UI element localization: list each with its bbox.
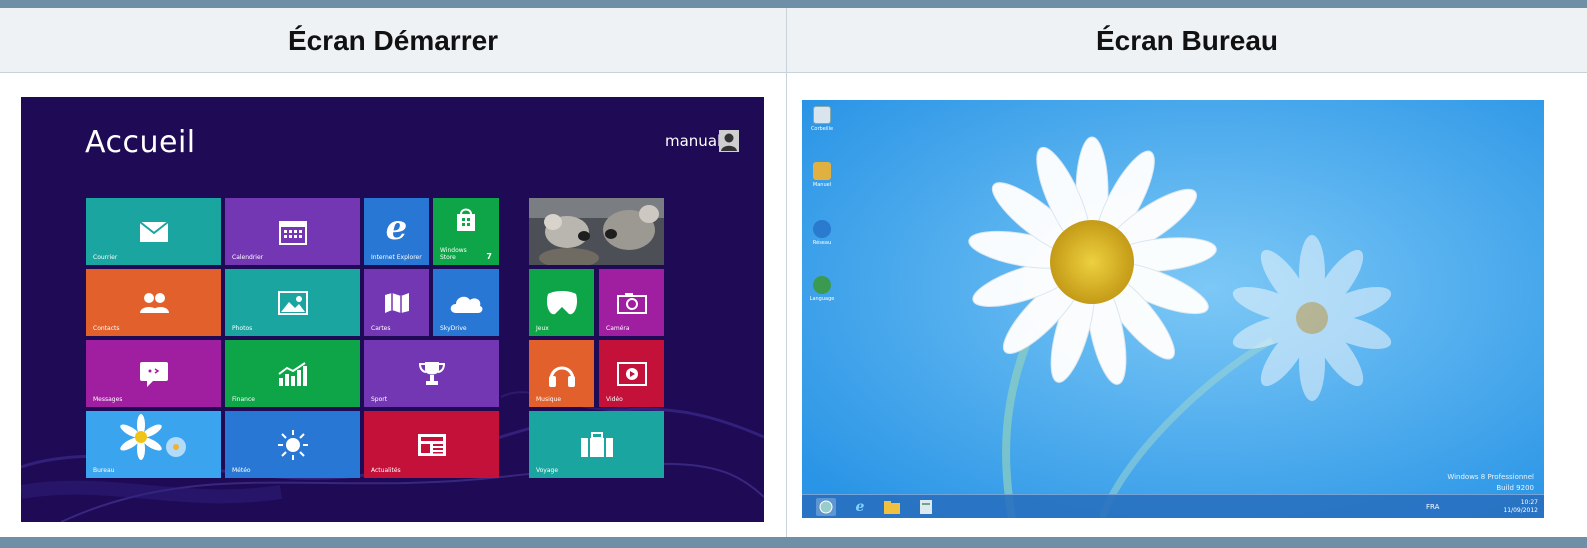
user-name[interactable]: manual	[665, 132, 721, 150]
tile-label: Cartes	[371, 325, 391, 332]
taskbar-app-icon[interactable]	[916, 498, 936, 516]
desktop-icon-recycle-bin[interactable]: Corbeille	[808, 106, 836, 132]
language-icon	[813, 276, 831, 294]
taskbar-explorer-icon[interactable]	[882, 498, 902, 516]
comparison-table: Écran Démarrer Écran Bureau Accueil manu…	[0, 0, 1587, 548]
tile-label: SkyDrive	[440, 325, 467, 332]
tile-skydrive[interactable]: SkyDrive	[433, 269, 499, 336]
tray-time: 10:27	[1520, 499, 1538, 506]
tile-label: Caméra	[606, 325, 630, 332]
tile-actualites[interactable]: Actualités	[364, 411, 499, 478]
tile-sport[interactable]: Sport	[364, 340, 499, 407]
top-border	[0, 0, 1587, 8]
start-screen: Accueil manual Courrier Calendrier e Int…	[21, 97, 764, 522]
user-avatar-icon[interactable]	[719, 130, 739, 152]
desktop-icon-label: Réseau	[812, 240, 832, 246]
tile-voyage[interactable]: Voyage	[529, 411, 664, 478]
daisy-wallpaper	[802, 100, 1544, 518]
watermark-build: Build 9200	[1496, 484, 1534, 492]
tile-label: Internet Explorer	[371, 254, 422, 261]
tile-finance[interactable]: Finance	[225, 340, 360, 407]
taskbar-ie-icon[interactable]: e	[850, 498, 870, 516]
tile-label: Sport	[371, 396, 388, 403]
tile-bureau[interactable]: Bureau	[86, 411, 221, 478]
recycle-bin-icon	[813, 106, 831, 124]
tile-label: Finance	[232, 396, 255, 403]
taskbar-start-icon[interactable]	[816, 498, 836, 516]
tile-label: Vidéo	[606, 396, 623, 403]
tile-label: Messages	[93, 396, 123, 403]
column-divider	[786, 8, 787, 537]
tile-label: Photos	[232, 325, 253, 332]
tile-messages[interactable]: Messages	[86, 340, 221, 407]
store-badge: 7	[486, 252, 492, 261]
tile-label: Météo	[232, 467, 251, 474]
tile-video[interactable]: Vidéo	[599, 340, 664, 407]
desktop-icon-language[interactable]: Language	[808, 276, 836, 302]
tray-date: 11/09/2012	[1503, 507, 1538, 514]
tile-photo-koalas[interactable]	[529, 198, 664, 265]
tile-cartes[interactable]: Cartes	[364, 269, 429, 336]
desktop-icon-label: Manuel	[812, 182, 832, 188]
koala-photo	[529, 198, 664, 265]
desktop-icon-label: Corbeille	[810, 126, 834, 132]
desktop-icon-network[interactable]: Réseau	[808, 220, 836, 246]
tile-camera[interactable]: Caméra	[599, 269, 664, 336]
tile-meteo[interactable]: Météo	[225, 411, 360, 478]
tile-courrier[interactable]: Courrier	[86, 198, 221, 265]
tile-label: Windows Store	[440, 247, 467, 261]
folder-icon	[813, 162, 831, 180]
desktop-icon-manual[interactable]: Manuel	[808, 162, 836, 188]
desktop-icon-label: Language	[809, 296, 835, 302]
tile-internet-explorer[interactable]: e Internet Explorer	[364, 198, 429, 265]
globe-icon	[813, 220, 831, 238]
tray-clock[interactable]: 10:27 11/09/2012	[1503, 499, 1538, 515]
windows-watermark: Windows 8 Professionnel Build 9200	[1447, 472, 1534, 494]
tile-jeux[interactable]: Jeux	[529, 269, 594, 336]
tile-label: Contacts	[93, 325, 120, 332]
bottom-border	[0, 537, 1587, 548]
tile-label: Calendrier	[232, 254, 264, 261]
tile-label: Courrier	[93, 254, 118, 261]
tile-musique[interactable]: Musique	[529, 340, 594, 407]
start-title: Accueil	[85, 125, 196, 160]
tray-language[interactable]: FRA	[1426, 503, 1439, 511]
tile-windows-store[interactable]: Windows Store 7	[433, 198, 499, 265]
start-screen-heading: Écran Démarrer	[287, 24, 499, 56]
watermark-edition: Windows 8 Professionnel	[1447, 473, 1534, 481]
desktop-screen: Corbeille Manuel Réseau Language Windows…	[802, 100, 1544, 518]
tile-photos[interactable]: Photos	[225, 269, 360, 336]
desktop-screen-heading: Écran Bureau	[1095, 24, 1279, 56]
tile-label: Actualités	[371, 467, 401, 474]
tile-label: Voyage	[536, 467, 559, 474]
tile-contacts[interactable]: Contacts	[86, 269, 221, 336]
taskbar: e FRA 10:27 11/09/2012	[802, 494, 1544, 518]
tile-label: Jeux	[536, 325, 549, 332]
tile-calendrier[interactable]: Calendrier	[225, 198, 360, 265]
tile-label: Bureau	[93, 467, 115, 474]
tile-label: Musique	[536, 396, 562, 403]
table-header: Écran Démarrer Écran Bureau	[0, 8, 1587, 73]
